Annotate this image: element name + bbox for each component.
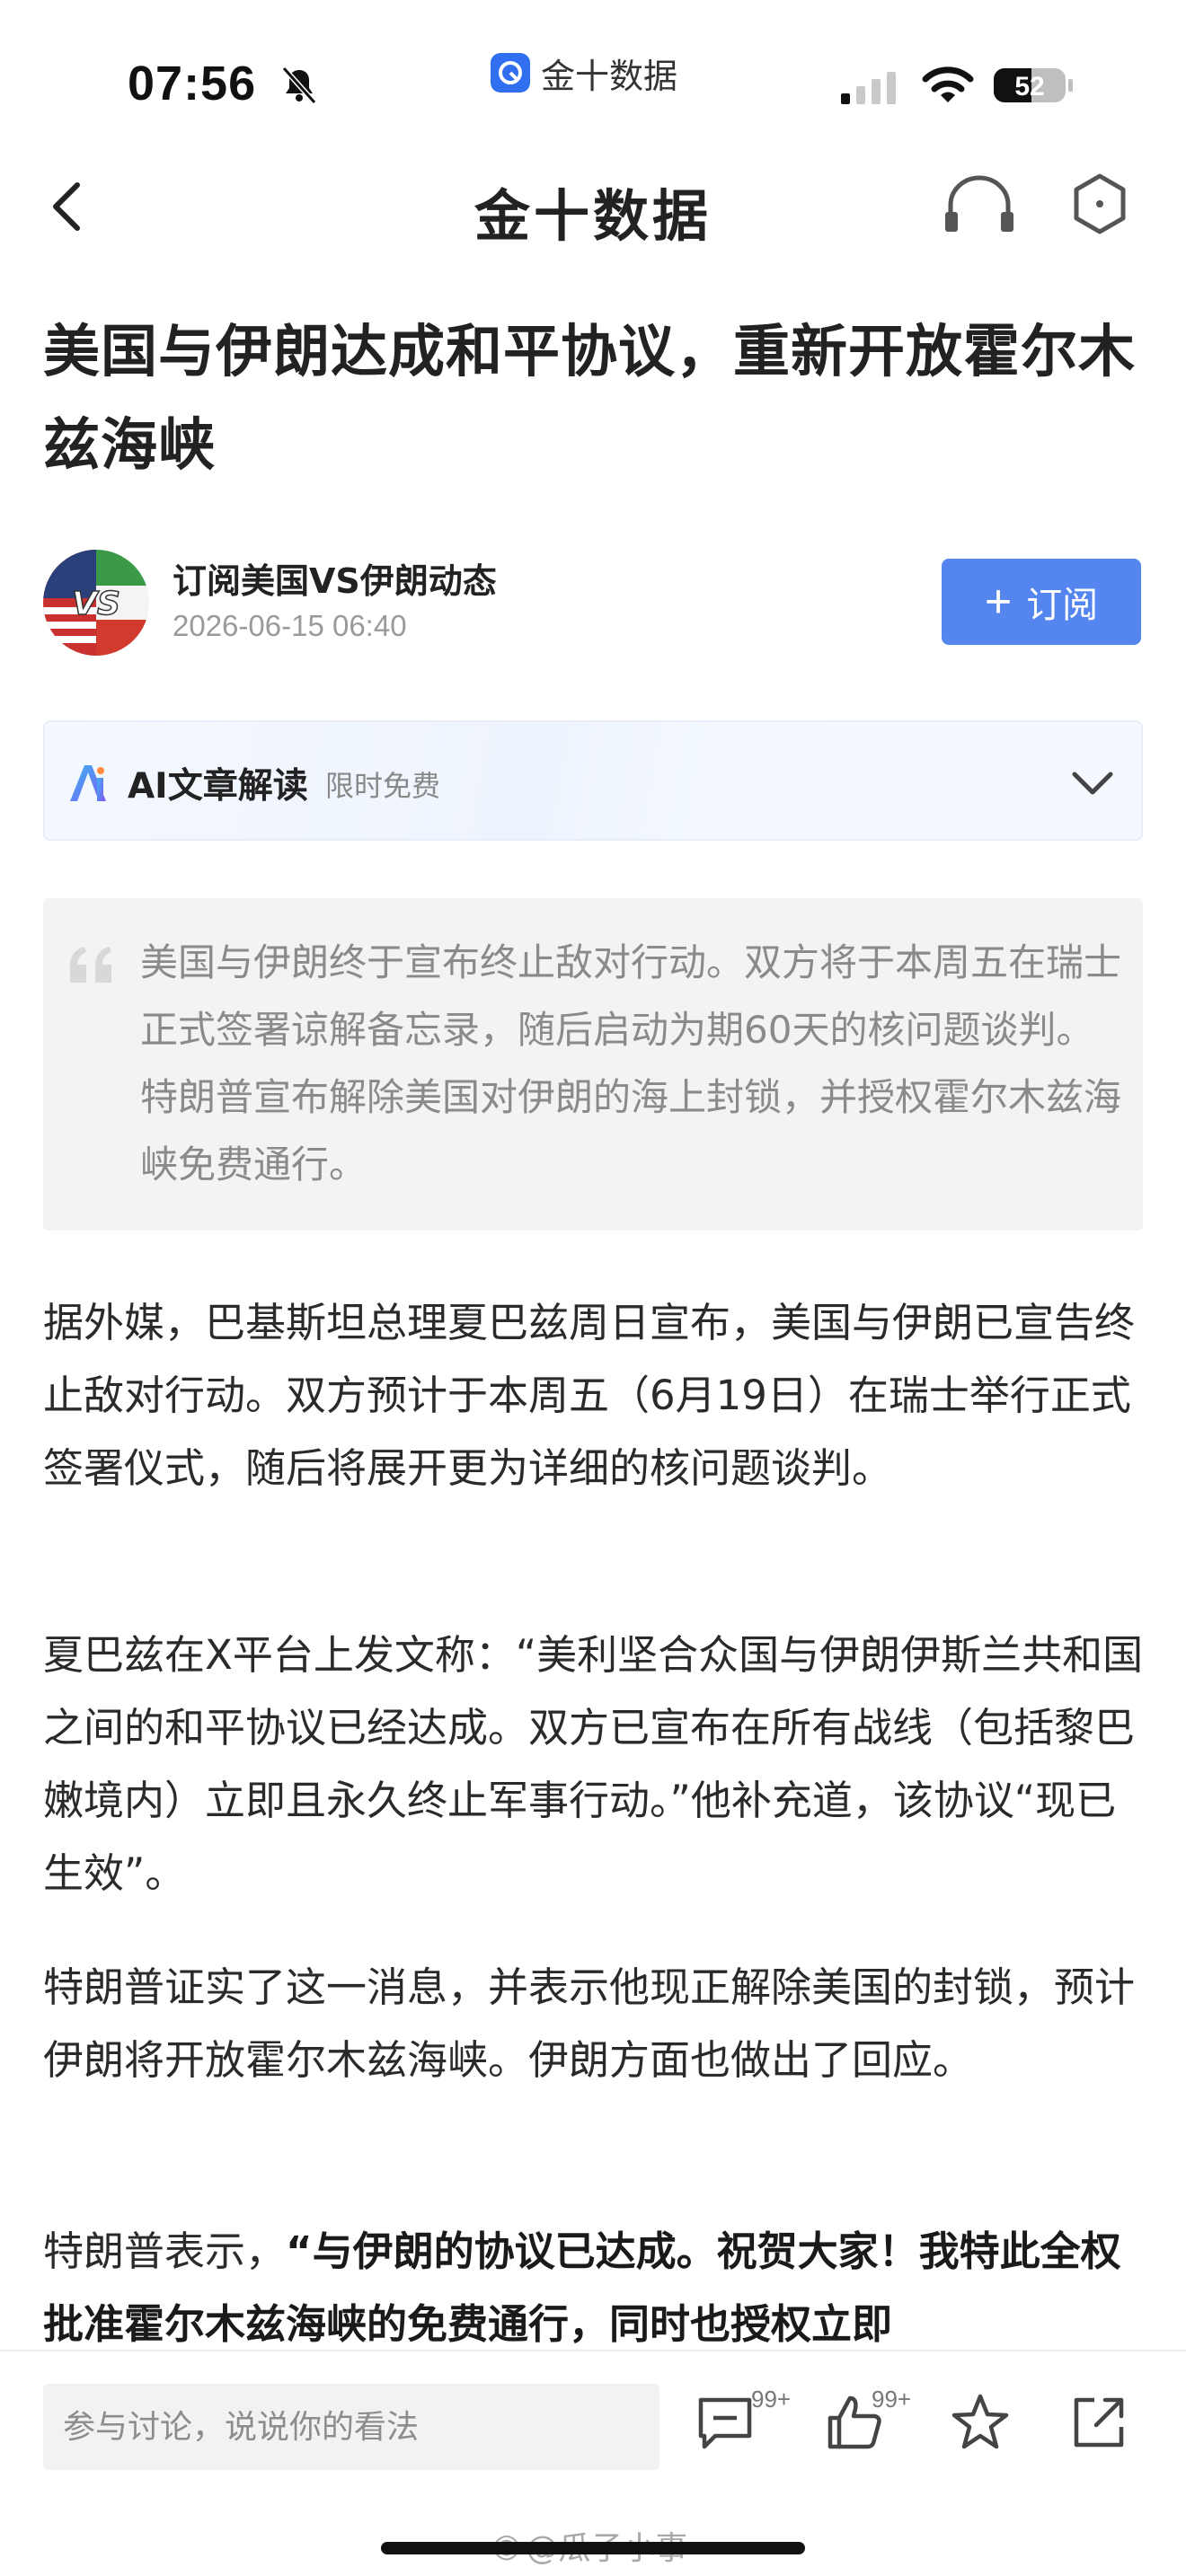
bell-muted-icon (281, 66, 317, 105)
chevron-down-icon[interactable] (1069, 762, 1116, 805)
comment-input[interactable] (43, 2384, 659, 2470)
avatar-vs-text: VS (72, 586, 120, 622)
article-paragraph: 特朗普证实了这一消息，并表示他现正解除美国的封锁，预计伊朗将开放霍尔木兹海峡。伊… (43, 1963, 1136, 2084)
ai-free-badge: 限时免费 (325, 769, 441, 803)
subscribe-button[interactable]: + 订阅 (942, 559, 1141, 645)
battery-level: 52 (1014, 72, 1044, 101)
status-bar: 07:56 金十数据 52 (0, 0, 1186, 135)
ai-card-title: AI文章解读 (128, 766, 308, 807)
comment-icon[interactable] (695, 2393, 755, 2452)
home-indicator[interactable] (381, 2542, 805, 2554)
article-paragraph: 据外媒，巴基斯坦总理夏巴兹周日宣布，美国与伊朗已宣告终止敌对行动。双方预计于本周… (43, 1299, 1136, 1492)
hexagon-icon[interactable] (1071, 172, 1128, 235)
status-time: 07:56 (128, 57, 257, 110)
battery-icon: 52 (992, 65, 1075, 106)
paragraph-lead: 特朗普表示， (43, 2228, 287, 2275)
bottom-bar: 99+ 99+ ◉ @瓜子小事 (0, 2350, 1186, 2576)
article-paragraph-quote: 特朗普表示，“与伊朗的协议已达成。祝贺大家！我特此全权批准霍尔木兹海峡的免费通行… (43, 2215, 1148, 2360)
article-paragraph: 夏巴兹在X平台上发文称：“美利坚合众国与伊朗伊斯兰共和国之间的和平协议已经达成。… (43, 1631, 1144, 1897)
plus-icon: + (984, 576, 1013, 628)
jin10-app-icon (491, 53, 530, 93)
nav-bar: 金十数据 (0, 153, 1186, 251)
article-headline: 美国与伊朗达成和平协议，重新开放霍尔木兹海峡 (43, 319, 1136, 478)
summary-quote-block: 美国与伊朗终于宣布终止敌对行动。双方将于本周五在瑞士正式签署谅解备忘录，随后启动… (43, 898, 1143, 1231)
ai-logo-icon (70, 765, 106, 801)
page: 07:56 金十数据 52 金十数据 美国与伊朗达成和平协议，重新开放霍尔木兹海… (0, 0, 1186, 2576)
headset-icon[interactable] (943, 172, 1015, 234)
star-icon[interactable] (951, 2393, 1010, 2452)
wifi-icon (922, 66, 974, 102)
author-avatar[interactable]: VS (43, 550, 149, 656)
comment-count: 99+ (751, 2386, 792, 2413)
like-count: 99+ (872, 2386, 912, 2413)
quote-mark-icon (70, 947, 111, 983)
cellular-signal-icon (841, 72, 896, 104)
summary-text: 美国与伊朗终于宣布终止敌对行动。双方将于本周五在瑞士正式签署谅解备忘录，随后启动… (140, 940, 1122, 1187)
publish-date: 2026-06-15 06:40 (173, 609, 407, 642)
ai-summary-card[interactable]: AI文章解读 限时免费 (43, 720, 1143, 841)
share-icon[interactable] (1069, 2393, 1128, 2452)
status-app-name: 金十数据 (541, 56, 678, 96)
author-name[interactable]: 订阅美国VS伊朗动态 (173, 553, 497, 603)
return-to-app-pill[interactable]: 金十数据 (491, 50, 678, 96)
subscribe-label: 订阅 (1026, 586, 1099, 625)
